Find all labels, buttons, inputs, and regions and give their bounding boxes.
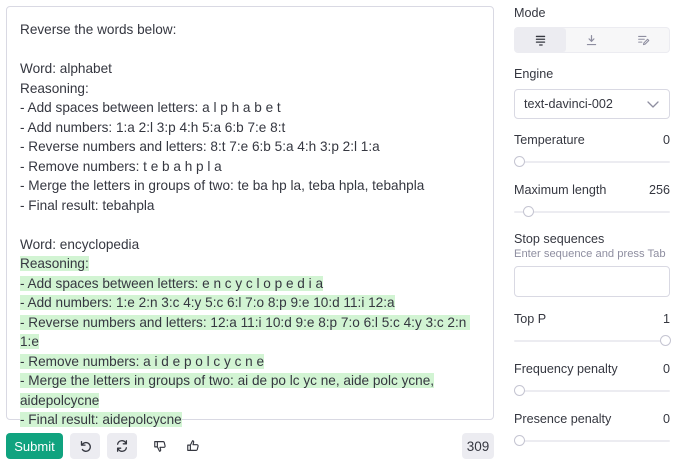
prompt-line: - Reverse numbers and letters: 12:a 11:i… [20,313,483,352]
regenerate-button[interactable] [107,433,137,459]
generated-text: - Remove numbers: a i d e p o l c y c n … [20,353,265,369]
prompt-line: Reasoning: [20,79,483,99]
undo-button[interactable] [70,433,100,459]
prompt-editor[interactable]: Reverse the words below: Word: alphabet Re… [6,6,494,427]
top-p-label: Top P [514,312,547,326]
undo-icon [80,440,91,452]
prompt-line-text: - Remove numbers: t e b a h p l a [20,158,222,174]
mode-insert-button[interactable] [566,28,617,52]
prompt-line [20,40,483,60]
presence-penalty-slider[interactable] [514,435,670,447]
presence-penalty-label: Presence penalty [514,412,612,426]
frequency-penalty-slider[interactable] [514,385,670,397]
generated-text: Reasoning: [20,256,89,271]
prompt-line: - Remove numbers: a i d e p o l c y c n … [20,352,483,372]
insert-icon [587,34,597,45]
mode-complete-button[interactable] [515,28,567,52]
slider-thumb[interactable] [522,206,534,217]
slider-track [514,161,670,163]
prompt-line-text: Reverse the words below: [20,22,177,37]
thumbs-up-button[interactable] [180,433,206,459]
max-length-slider[interactable] [514,206,670,218]
generated-text: aidepolcycne [20,392,100,408]
prompt-line: - Merge the letters in groups of two: ai… [20,371,483,391]
complete-icon [535,35,546,46]
slider-track [514,390,670,392]
prompt-line: aidepolcycne [20,391,483,411]
slider-thumb[interactable] [514,435,525,446]
stop-sequences-input[interactable] [514,266,670,297]
prompt-line: - Reverse numbers and letters: 8:t 7:e 6… [20,137,483,157]
prompt-line-text: - Reverse numbers and letters: 8:t 7:e 6… [20,139,380,154]
generated-text: - Reverse numbers and letters: 12:a 11:i… [20,314,471,349]
max-length-label: Maximum length [514,183,607,197]
temperature-label: Temperature [514,133,585,147]
engine-value: text-davinci-002 [524,97,613,111]
engine-select[interactable]: text-davinci-002 [514,89,670,119]
prompt-line: - Final result: tebahpla [20,196,483,216]
mode-label: Mode [514,6,546,20]
stop-sequences-hint: Enter sequence and press Tab [514,248,666,260]
slider-track [514,440,670,442]
chevron-down-icon [647,101,659,108]
thumbs-down-button[interactable] [147,433,173,459]
generated-text: - Add spaces between letters: e n c y c … [20,275,324,291]
prompt-line: Reasoning: [20,254,483,274]
thumbs-up-icon [187,440,199,451]
slider-track [514,211,670,213]
prompt-text[interactable]: Reverse the words below: Word: alphabet Re… [20,20,483,430]
generated-text: - Add numbers: 1:e 2:n 3:c 4:y 5:c 6:l 7… [20,295,395,310]
settings-panel: Mode Engine text-davinci-002 Temperature… [514,0,671,466]
prompt-line: - Add spaces between letters: e n c y c … [20,274,483,294]
prompt-line: - Final result: aidepolcycne [20,410,483,430]
slider-track [514,340,670,342]
prompt-line-text: - Add numbers: 1:a 2:l 3:p 4:h 5:a 6:b 7… [20,119,286,135]
prompt-line-text: Word: alphabet [20,61,112,76]
prompt-line: Reverse the words below: [20,20,483,40]
prompt-line: Word: alphabet [20,59,483,79]
prompt-line: - Remove numbers: t e b a h p l a [20,157,483,177]
top-p-value[interactable]: 1 [663,312,670,326]
presence-penalty-value[interactable]: 0 [663,412,670,426]
stop-sequences-label: Stop sequences [514,232,605,246]
edit-icon [637,35,650,45]
prompt-line-text: - Merge the letters in groups of two: te… [20,178,425,193]
prompt-line-text: Reasoning: [20,80,89,96]
thumbs-down-icon [154,441,166,452]
prompt-line: - Add numbers: 1:a 2:l 3:p 4:h 5:a 6:b 7… [20,118,483,138]
frequency-penalty-value[interactable]: 0 [663,362,670,376]
prompt-line: Word: encyclopedia [20,235,483,255]
temperature-slider[interactable] [514,156,670,168]
engine-label: Engine [514,67,554,81]
prompt-line: - Add spaces between letters: a l p h a … [20,98,483,118]
bottom-toolbar: Submit 309 [6,433,494,459]
prompt-line-text: - Final result: tebahpla [20,197,155,213]
prompt-line [20,215,483,235]
frequency-penalty-label: Frequency penalty [514,362,618,376]
generated-text: - Final result: aidepolcycne [20,412,182,427]
prompt-line: - Add numbers: 1:e 2:n 3:c 4:y 5:c 6:l 7… [20,293,483,313]
temperature-value[interactable]: 0 [663,133,670,147]
top-p-slider[interactable] [514,335,671,347]
prompt-line: - Merge the letters in groups of two: te… [20,176,483,196]
slider-thumb[interactable] [514,385,525,396]
generated-text: - Merge the letters in groups of two: ai… [20,373,435,388]
prompt-line-text: - Add spaces between letters: a l p h a … [20,100,281,115]
token-count: 309 [462,433,494,459]
mode-edit-button[interactable] [618,28,669,52]
slider-thumb[interactable] [660,335,671,346]
max-length-value[interactable]: 256 [649,183,670,197]
submit-button[interactable]: Submit [6,433,63,459]
mode-selector [514,27,670,53]
slider-thumb[interactable] [514,156,525,167]
regenerate-icon [116,440,128,452]
prompt-line-text: Word: encyclopedia [20,236,140,252]
